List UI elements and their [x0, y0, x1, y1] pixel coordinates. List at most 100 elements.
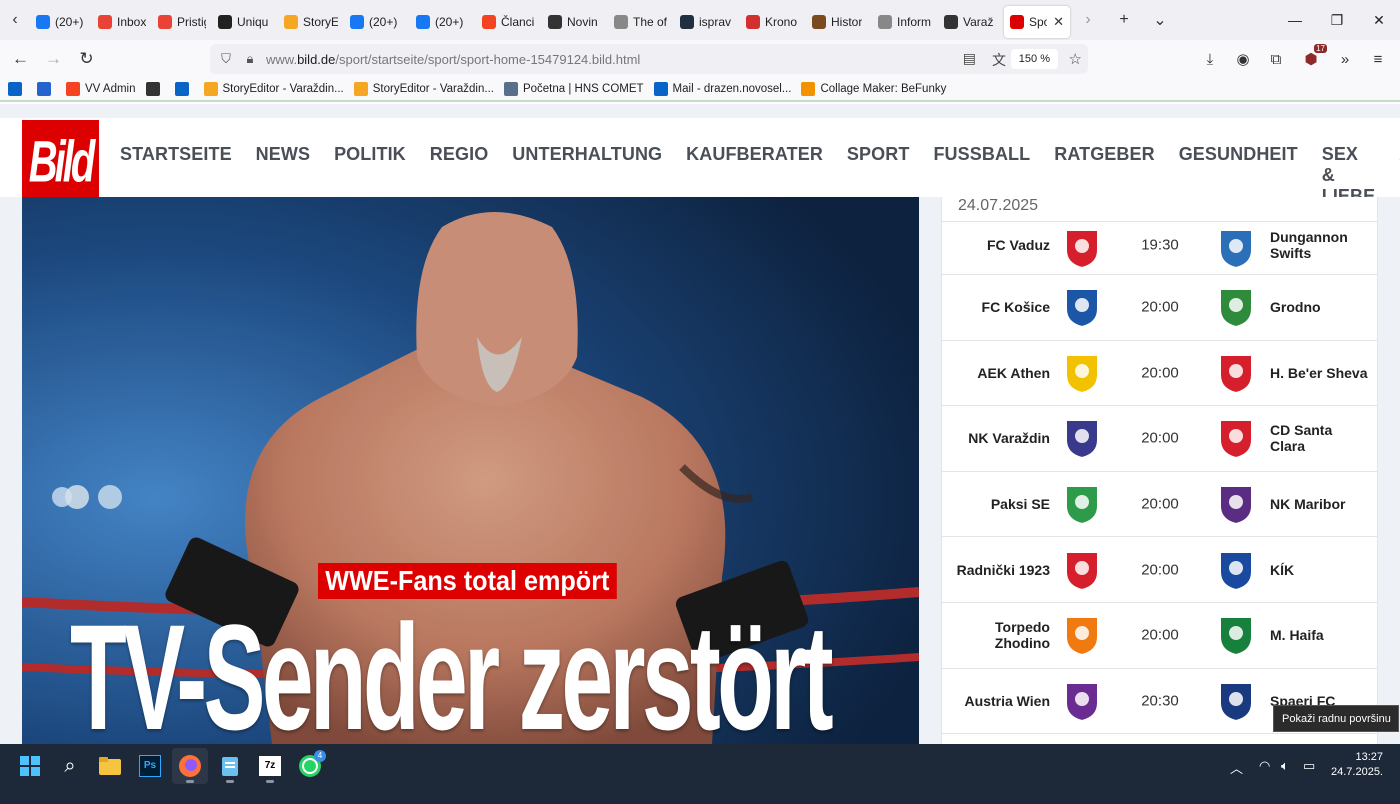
home-crest-icon [1062, 679, 1102, 723]
battery-icon[interactable]: ▭ [1303, 758, 1315, 774]
kickoff-time: 20:30 [1141, 692, 1179, 710]
clock-time: 13:27 [1355, 751, 1383, 763]
match-row[interactable]: AEK Athen 20:00 H. Be'er Sheva [942, 341, 1377, 407]
start-button[interactable] [12, 748, 48, 784]
back-button[interactable]: ← [4, 43, 37, 75]
hero-headline[interactable]: TV-Sender zerstört [70, 602, 834, 744]
tab-10[interactable]: isprav [674, 6, 740, 38]
match-row[interactable]: Radnički 1923 20:00 KÍK [942, 537, 1377, 603]
notepad-icon[interactable] [212, 748, 248, 784]
bookmark-item[interactable]: Mail - drazen.novosel... [653, 82, 791, 96]
home-team: Austria Wien [964, 692, 1050, 709]
tab-2[interactable]: Pristig [152, 6, 212, 38]
whatsapp-icon[interactable]: 4 [292, 748, 328, 784]
ublock-extension-icon[interactable]: ⬢ 17 [1297, 44, 1327, 70]
tab-6[interactable]: (20+) [410, 6, 476, 38]
reload-button[interactable]: ↻ [70, 43, 103, 75]
new-tab-button[interactable]: + [1106, 0, 1142, 40]
tab-12[interactable]: Histor [806, 6, 872, 38]
hero-teaser[interactable]: WWE-Fans total empört TV-Sender zerstört [22, 197, 919, 744]
away-crest-icon [1216, 416, 1256, 460]
url-path: /sport/startseite/sport/sport-home-15479… [335, 51, 641, 67]
close-tab-icon[interactable]: ✕ [1053, 14, 1064, 30]
photoshop-icon[interactable]: Ps [132, 748, 168, 784]
bookmark-item[interactable]: StoryEditor - Varaždin... [203, 82, 344, 96]
bookmark-item[interactable] [145, 82, 165, 96]
home-team: Paksi SE [990, 496, 1050, 513]
match-row[interactable]: Paksi SE 20:00 NK Maribor [942, 472, 1377, 538]
tab-3[interactable]: Uniqu [212, 6, 278, 38]
app-menu-icon[interactable]: ≡ [1364, 48, 1392, 70]
translate-icon[interactable]: 文 [992, 50, 1006, 70]
bild-logo[interactable]: Bild [22, 120, 99, 206]
firefox-logo-icon [179, 755, 201, 777]
tray-overflow-icon[interactable]: ︿ [1230, 758, 1243, 777]
unique-icon [218, 15, 232, 29]
away-crest-icon [1216, 226, 1256, 270]
tab-strip: ‹ (20+)InboxPristigUniquStoryE(20+)(20+)… [0, 0, 1400, 40]
bookmark-label: StoryEditor - Varaždin... [372, 83, 494, 95]
account-icon[interactable]: ◉ [1229, 48, 1257, 70]
search-icon[interactable]: ⌕ [52, 748, 88, 784]
tab-14[interactable]: Varaž [938, 6, 1004, 38]
file-explorer-icon[interactable] [92, 748, 128, 784]
match-row[interactable]: FC Košice 20:00 Grodno [942, 275, 1377, 341]
forward-button[interactable]: → [37, 43, 70, 75]
kickoff-time: 20:00 [1141, 429, 1179, 447]
tab-scroll-left-icon[interactable]: ‹ [0, 0, 30, 40]
tab-list: (20+) Inbox Pristig Uniqu StoryE (20+) (20+) Čl… [30, 2, 1070, 38]
downloads-icon[interactable]: ⤓ [1196, 48, 1224, 70]
7zip-icon[interactable]: 7z [252, 748, 288, 784]
tab-11[interactable]: Krono [740, 6, 806, 38]
maximize-button[interactable]: ❐ [1316, 0, 1358, 40]
close-window-button[interactable]: ✕ [1358, 0, 1400, 40]
extensions-icon[interactable]: ⧉ [1262, 48, 1290, 70]
overflow-menu-icon[interactable]: » [1331, 48, 1359, 70]
tab-8[interactable]: Novin [542, 6, 608, 38]
navigation-toolbar: ← → ↻ ⛉ 🔒︎ www.bild.de/sport/startseite/… [0, 40, 1400, 78]
globe-icon [614, 15, 628, 29]
home-crest-icon [1062, 226, 1102, 270]
tab-list-dropdown-icon[interactable]: ⌄ [1142, 0, 1178, 40]
comet-icon [503, 82, 518, 96]
bookmark-star-icon[interactable]: ☆ [1069, 50, 1082, 68]
facebook-icon [36, 15, 50, 29]
tab-15[interactable]: Spo ✕ [1004, 6, 1070, 38]
bookmark-item[interactable] [8, 82, 27, 96]
url-text[interactable]: www.bild.de/sport/startseite/sport/sport… [266, 52, 640, 67]
reader-view-icon[interactable]: ▤ [963, 50, 976, 67]
system-clock[interactable]: 13:27 24.7.2025. [1331, 750, 1383, 780]
bookmark-item[interactable]: Početna | HNS COMET [503, 82, 644, 96]
zoom-level[interactable]: 150 % [1010, 49, 1058, 69]
bookmark-item[interactable] [37, 82, 56, 96]
tab-13[interactable]: Inform [872, 6, 938, 38]
wifi-icon[interactable]: ◠ [1259, 758, 1270, 774]
firefox-icon[interactable] [172, 748, 208, 784]
bookmark-item[interactable]: VV Admin [66, 82, 136, 96]
url-bar[interactable]: ⛉ 🔒︎ www.bild.de/sport/startseite/sport/… [210, 44, 1088, 74]
tab-9[interactable]: The of [608, 6, 674, 38]
home-crest-icon [1062, 351, 1102, 395]
storyeditor-icon [284, 15, 298, 29]
tab-scroll-right-icon[interactable]: › [1070, 0, 1106, 40]
match-row[interactable]: Torpedo Zhodino 20:00 M. Haifa [942, 603, 1377, 669]
tab-7[interactable]: Članci [476, 6, 542, 38]
kickoff-time: 20:00 [1141, 626, 1179, 644]
bookmark-item[interactable]: StoryEditor - Varaždin... [353, 82, 494, 96]
volume-icon[interactable]: 🔈︎ [1281, 758, 1289, 774]
minimize-button[interactable]: — [1274, 0, 1316, 40]
match-row[interactable]: NK Varaždin 20:00 CD Santa Clara [942, 406, 1377, 472]
tracking-shield-icon[interactable]: ⛉ [214, 51, 238, 67]
tab-5[interactable]: (20+) [344, 6, 410, 38]
tab-label: (20+) [369, 15, 398, 29]
tab-4[interactable]: StoryE [278, 6, 344, 38]
tab-1[interactable]: Inbox [92, 6, 152, 38]
befunky-icon [801, 82, 816, 96]
lock-icon[interactable]: 🔒︎ [238, 51, 262, 67]
tab-0[interactable]: (20+) [30, 6, 92, 38]
bookmark-item[interactable]: Collage Maker: BeFunky [801, 82, 946, 96]
home-team: FC Košice [981, 299, 1050, 316]
match-row[interactable]: FC Vaduz 19:30 Dungannon Swifts [942, 222, 1377, 275]
away-crest-icon [1216, 482, 1256, 526]
bookmark-item[interactable] [174, 82, 194, 96]
